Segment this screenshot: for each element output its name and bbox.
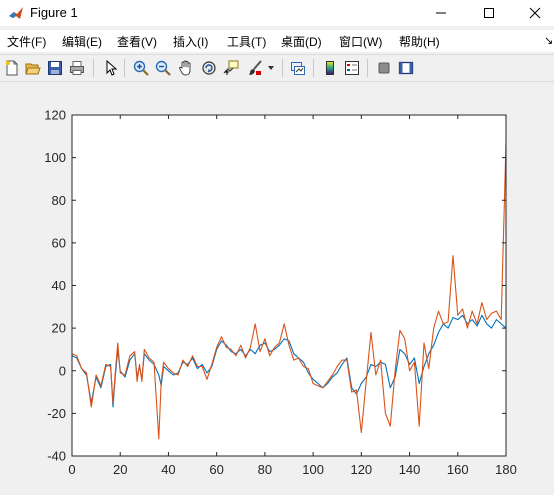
close-button[interactable] bbox=[512, 0, 554, 26]
matlab-logo-icon bbox=[9, 7, 23, 19]
toolbar-separator bbox=[313, 59, 314, 77]
y-tick-label: 40 bbox=[52, 278, 66, 293]
data-cursor-button[interactable] bbox=[221, 58, 241, 78]
legend-button[interactable] bbox=[342, 58, 362, 78]
menu-window[interactable]: 窗口(W) bbox=[339, 33, 382, 50]
save-icon bbox=[48, 61, 62, 75]
new-figure-button[interactable] bbox=[2, 58, 22, 78]
colorbar-icon bbox=[326, 61, 334, 75]
y-tick-label: 20 bbox=[52, 321, 66, 336]
zoom-in-button[interactable] bbox=[131, 58, 151, 78]
toolbar-separator bbox=[367, 59, 368, 77]
toolbar-separator bbox=[282, 59, 283, 77]
figure-toolbar bbox=[0, 54, 554, 82]
minimize-button[interactable] bbox=[418, 0, 464, 26]
maximize-button[interactable] bbox=[466, 0, 512, 26]
link-plot-button[interactable] bbox=[288, 58, 308, 78]
show-plot-tools-icon bbox=[398, 61, 414, 75]
open-file-icon bbox=[25, 63, 41, 75]
menu-help[interactable]: 帮助(H) bbox=[399, 33, 440, 50]
new-figure-icon bbox=[6, 60, 18, 76]
colorbar-button[interactable] bbox=[320, 58, 340, 78]
y-tick-label: 100 bbox=[44, 150, 66, 165]
data-cursor-icon bbox=[223, 60, 239, 75]
legend-icon bbox=[345, 61, 359, 75]
link-plot-icon bbox=[291, 62, 305, 75]
toolbar-separator bbox=[93, 59, 94, 77]
x-tick-label: 80 bbox=[258, 462, 272, 477]
brush-button[interactable] bbox=[245, 58, 265, 78]
brush-dropdown-icon bbox=[268, 66, 274, 70]
print-icon bbox=[70, 61, 84, 75]
y-tick-label: 120 bbox=[44, 108, 66, 123]
title-bar: Figure 1 bbox=[0, 0, 554, 26]
menu-insert[interactable]: 插入(I) bbox=[173, 33, 208, 50]
menu-file[interactable]: 文件(F) bbox=[7, 33, 46, 50]
save-button[interactable] bbox=[45, 58, 65, 78]
window-title: Figure 1 bbox=[30, 5, 78, 20]
zoom-out-button[interactable] bbox=[153, 58, 173, 78]
pan-hand-icon bbox=[179, 60, 191, 76]
pointer-icon bbox=[106, 60, 118, 76]
hide-plot-tools-icon bbox=[378, 62, 390, 74]
line-plot[interactable]: 0 20 40 60 80 100 120 140 160 180 -40 -20 0 20 40 60 80 1… bbox=[0, 83, 554, 495]
x-tick-label: 0 bbox=[68, 462, 75, 477]
x-tick-label: 140 bbox=[399, 462, 421, 477]
menu-bar: 文件(F) 编辑(E) 查看(V) 插入(I) 工具(T) 桌面(D) 窗口(W… bbox=[0, 30, 554, 52]
x-tick-label: 40 bbox=[161, 462, 175, 477]
y-tick-label: 80 bbox=[52, 193, 66, 208]
pointer-button[interactable] bbox=[100, 58, 120, 78]
zoom-out-icon bbox=[155, 60, 171, 76]
menu-tools[interactable]: 工具(T) bbox=[227, 33, 266, 50]
rotate-3d-button[interactable] bbox=[199, 58, 219, 78]
x-tick-label: 180 bbox=[495, 462, 517, 477]
y-tick-label: 0 bbox=[59, 363, 66, 378]
y-tick-label: -20 bbox=[47, 406, 66, 421]
menu-desktop[interactable]: 桌面(D) bbox=[281, 33, 322, 50]
x-tick-label: 60 bbox=[209, 462, 223, 477]
menu-overflow-icon[interactable]: ↘ bbox=[544, 34, 553, 47]
print-button[interactable] bbox=[67, 58, 87, 78]
menu-view[interactable]: 查看(V) bbox=[117, 33, 157, 50]
menu-edit[interactable]: 编辑(E) bbox=[62, 33, 102, 50]
y-tick-label: 60 bbox=[52, 235, 66, 250]
brush-icon bbox=[249, 60, 262, 75]
close-icon bbox=[529, 7, 541, 19]
x-tick-label: 100 bbox=[302, 462, 324, 477]
hide-plot-tools-button[interactable] bbox=[374, 58, 394, 78]
figure-canvas[interactable]: 0 20 40 60 80 100 120 140 160 180 -40 -20 0 20 40 60 80 1… bbox=[0, 83, 554, 495]
open-file-button[interactable] bbox=[23, 58, 43, 78]
rotate-3d-icon bbox=[202, 61, 216, 75]
show-plot-tools-button[interactable] bbox=[396, 58, 416, 78]
maximize-icon bbox=[484, 8, 494, 18]
toolbar-separator bbox=[124, 59, 125, 77]
minimize-icon bbox=[436, 12, 446, 14]
y-tick-label: -40 bbox=[47, 449, 66, 464]
pan-button[interactable] bbox=[176, 58, 196, 78]
x-tick-label: 120 bbox=[350, 462, 372, 477]
brush-dropdown-button[interactable] bbox=[265, 58, 277, 78]
zoom-in-icon bbox=[133, 60, 149, 76]
axes-background bbox=[72, 115, 506, 456]
x-tick-label: 20 bbox=[113, 462, 127, 477]
x-tick-label: 160 bbox=[447, 462, 469, 477]
